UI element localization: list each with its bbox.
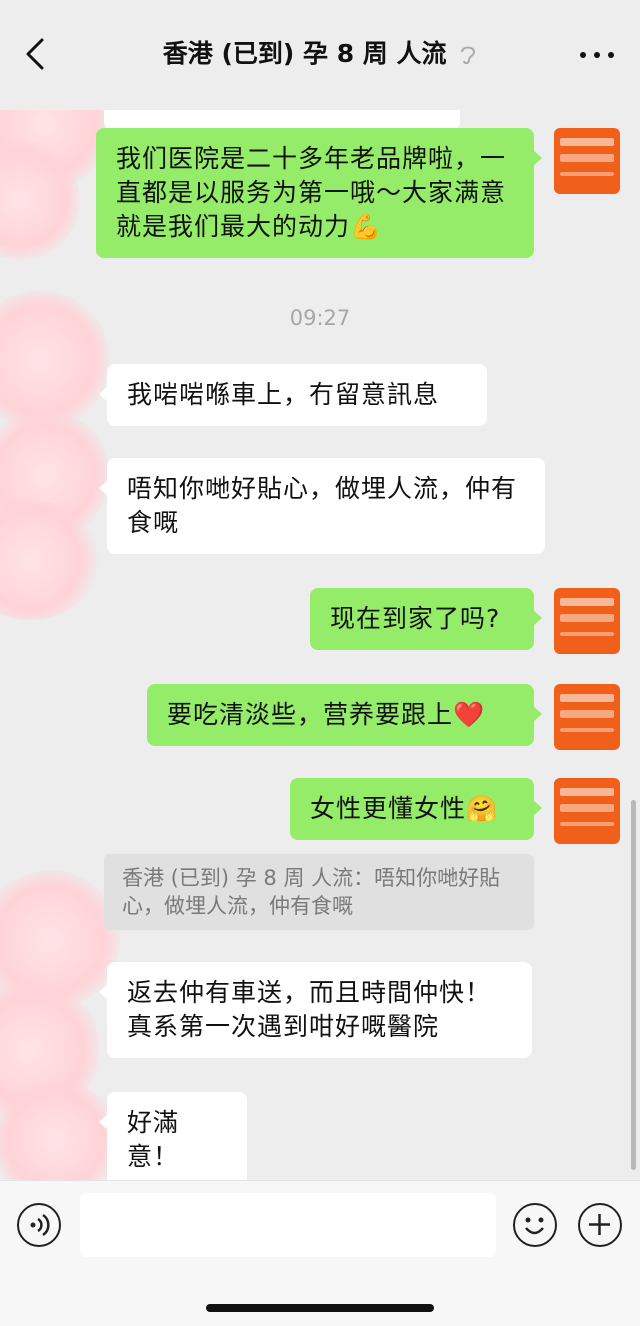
more-icon-dot [608, 52, 614, 58]
plus-icon [589, 1214, 610, 1235]
message-bubble-partial [104, 110, 460, 130]
voice-button[interactable] [17, 1203, 61, 1247]
message-bubble-sent[interactable]: 我们医院是二十多年老品牌啦，一直都是以服务为第一哦～大家满意就是我们最大的动力💪 [96, 128, 542, 258]
message-bubble-received[interactable]: 好滿意！ [99, 1092, 247, 1180]
message-bubble-received[interactable]: 返去仲有車送，而且時間仲快！真系第一次遇到咁好嘅醫院 [99, 962, 532, 1058]
ear-icon [461, 46, 476, 65]
hospital-avatar[interactable] [554, 684, 620, 750]
message-bubble-sent[interactable]: 要吃清淡些，营养要跟上❤️ [147, 684, 542, 746]
hospital-avatar[interactable] [554, 588, 620, 654]
message-bubble-sent[interactable]: 现在到家了吗? [310, 588, 542, 650]
timestamp: 09:27 [289, 306, 351, 330]
more-button[interactable] [578, 42, 616, 66]
message-bubble-sent[interactable]: 女性更懂女性🤗 [290, 778, 542, 840]
more-icon-dot [580, 52, 586, 58]
emoji-button[interactable] [513, 1203, 557, 1247]
hospital-avatar[interactable] [554, 778, 620, 844]
chevron-left-icon [26, 38, 44, 70]
message-bubble-received[interactable]: 唔知你哋好貼心，做埋人流，仲有食嘅 [99, 458, 545, 554]
home-indicator [206, 1304, 434, 1312]
quoted-message[interactable]: 香港 (已到) 孕 8 周 人流：唔知你哋好貼心，做埋人流，仲有食嘅 [104, 854, 534, 930]
scrollbar[interactable] [631, 800, 636, 1170]
chat-header: 香港 (已到) 孕 8 周 人流 [0, 0, 640, 110]
more-icon-dot [594, 52, 600, 58]
chat-title: 香港 (已到) 孕 8 周 人流 [162, 39, 447, 68]
hospital-avatar[interactable] [554, 128, 620, 194]
message-bubble-received[interactable]: 我啱啱喺車上，冇留意訊息 [99, 364, 487, 426]
message-input[interactable] [80, 1193, 496, 1257]
voice-icon [30, 1213, 50, 1237]
add-button[interactable] [578, 1203, 622, 1247]
chat-area[interactable]: 我们医院是二十多年老品牌啦，一直都是以服务为第一哦～大家满意就是我们最大的动力💪… [0, 110, 640, 1180]
emoji-icon [525, 1217, 544, 1235]
back-button[interactable] [22, 36, 52, 72]
chat-title-wrap: 香港 (已到) 孕 8 周 人流 [120, 36, 520, 72]
